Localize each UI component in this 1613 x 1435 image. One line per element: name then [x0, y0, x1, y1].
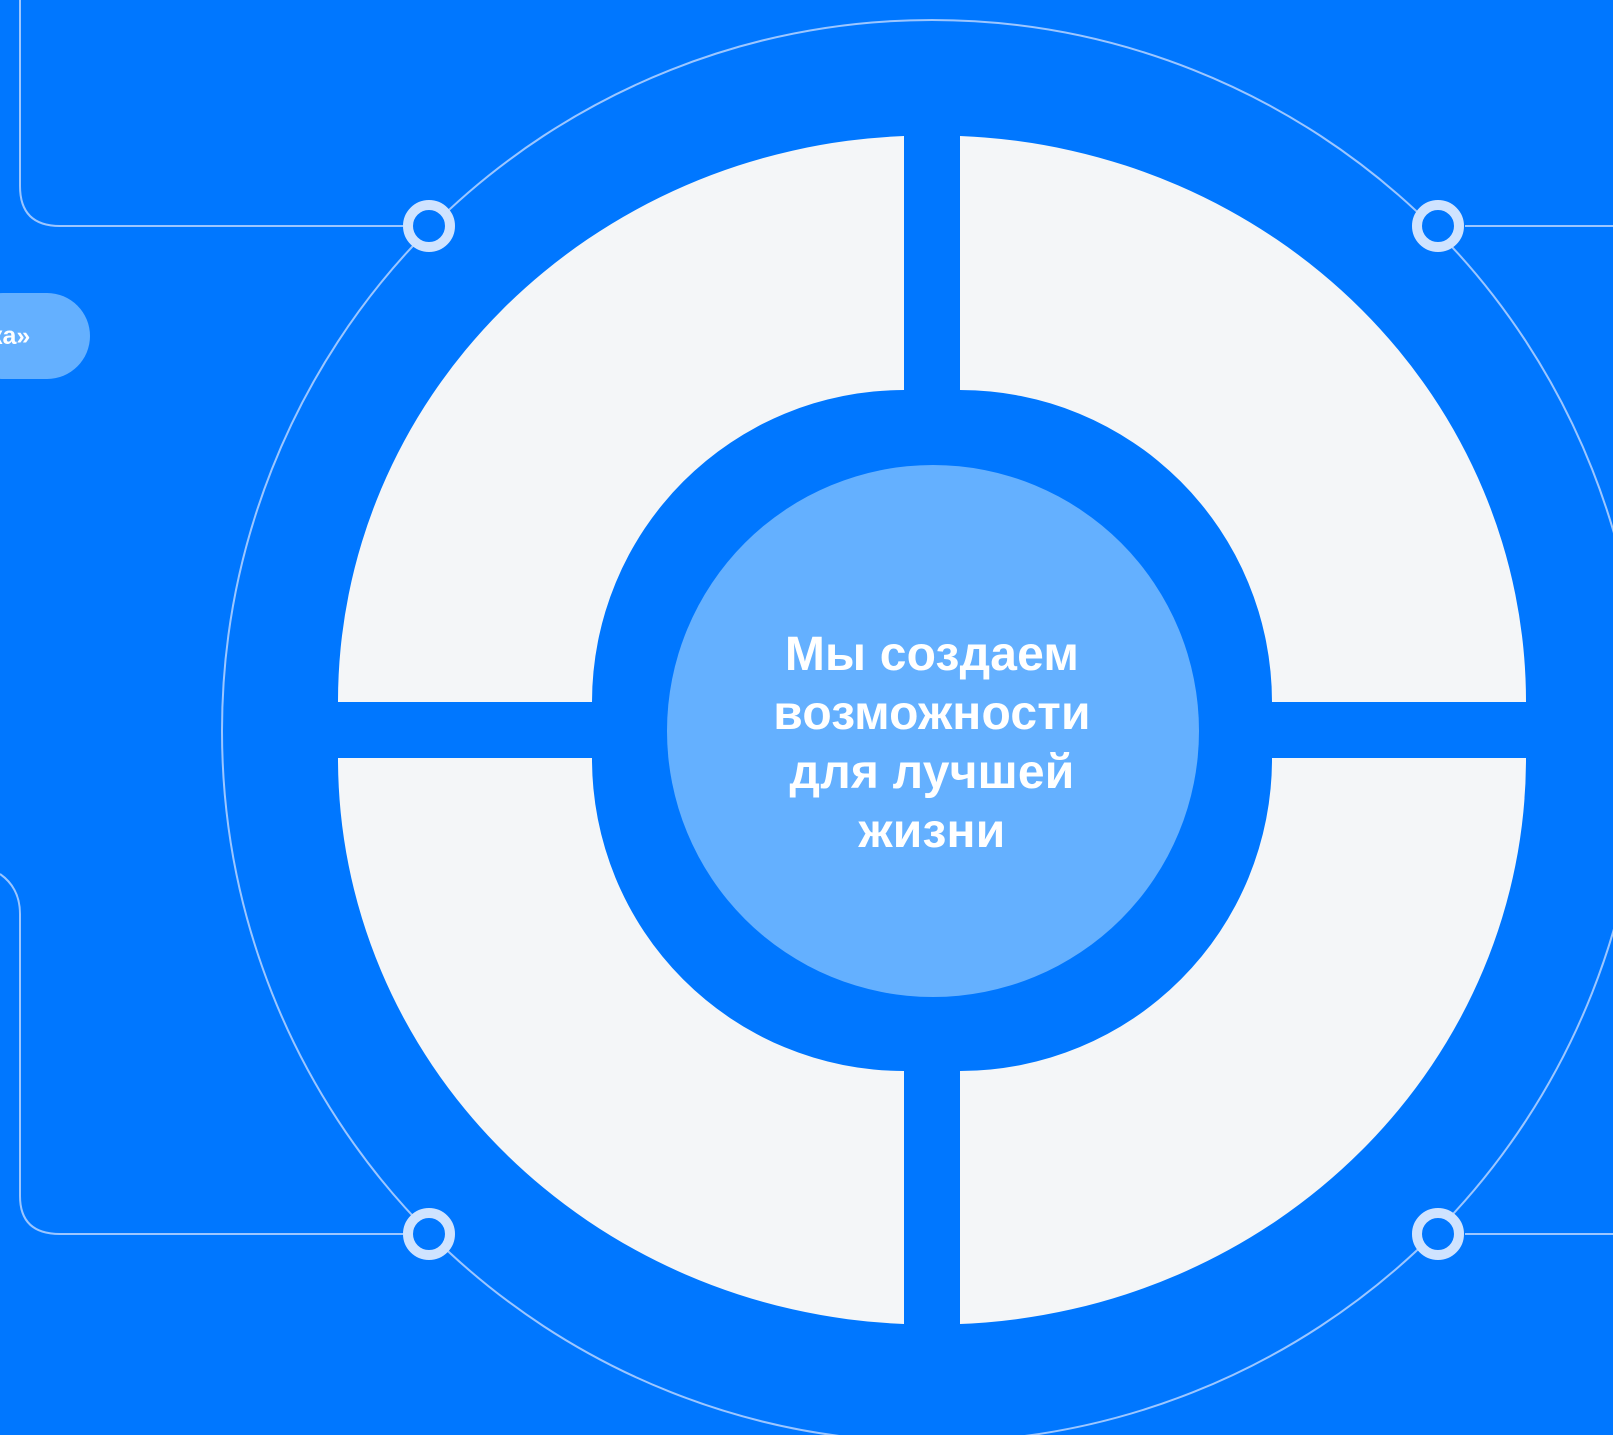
center-caption-line: для лучшей — [789, 746, 1075, 799]
node-bottom-left-icon[interactable] — [403, 1208, 455, 1260]
node-bottom-right-icon[interactable] — [1412, 1208, 1464, 1260]
node-top-right-icon[interactable] — [1412, 200, 1464, 252]
side-tab-button[interactable]: ка» — [0, 293, 90, 379]
node-top-left-icon[interactable] — [403, 200, 455, 252]
connector-bottom-left — [0, 873, 403, 1235]
center-caption-line: жизни — [858, 805, 1006, 858]
center-caption-line: Мы создаем — [784, 628, 1080, 681]
center-caption: Мы создаем возможности для лучшей жизни — [742, 625, 1122, 861]
side-tab-label: ка» — [0, 321, 31, 350]
connector-top-left — [19, 0, 403, 227]
center-caption-line: возможности — [773, 687, 1091, 740]
